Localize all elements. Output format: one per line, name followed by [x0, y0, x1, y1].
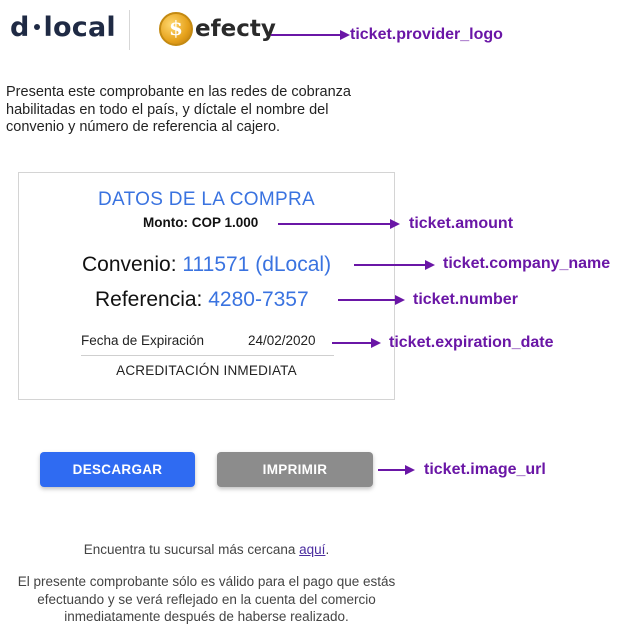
- logo-divider: [129, 10, 130, 50]
- company-name-arrow: [354, 261, 435, 269]
- ticket-convenio: Convenio: 111571 (dLocal): [82, 253, 331, 277]
- ticket-divider: [81, 355, 334, 356]
- print-button[interactable]: IMPRIMIR: [217, 452, 373, 487]
- amount-value: COP 1.000: [191, 215, 259, 230]
- ticket-card: DATOS DE LA COMPRA Monto: COP 1.000 Conv…: [18, 172, 395, 400]
- branch-text: Encuentra tu sucursal más cercana: [83, 542, 296, 557]
- expiration-arrow: [332, 339, 381, 347]
- branch-finder: Encuentra tu sucursal más cercana aquí.: [0, 542, 413, 557]
- referencia-value: 4280-7357: [208, 288, 309, 311]
- accreditation-text: ACREDITACIÓN INMEDIATA: [116, 363, 297, 378]
- efecty-coin-symbol: $: [169, 16, 183, 40]
- intro-text: Presenta este comprobante en las redes d…: [6, 84, 351, 135]
- branch-link[interactable]: aquí: [299, 542, 325, 557]
- company-name-annotation: ticket.company_name: [443, 255, 611, 272]
- image-url-arrow: [378, 466, 415, 474]
- ticket-referencia: Referencia: 4280-7357: [95, 288, 309, 312]
- dlocal-logo: d local: [10, 12, 116, 44]
- number-arrow: [338, 296, 405, 304]
- expiration-label: Fecha de Expiración: [81, 333, 205, 348]
- amount-arrow: [278, 220, 400, 228]
- disclaimer-text: El presente comprobante sólo es válido p…: [17, 574, 396, 624]
- amount-label: Monto:: [143, 215, 188, 230]
- branch-suffix: .: [325, 542, 330, 557]
- dlocal-logo-d: d: [10, 12, 30, 43]
- dlocal-logo-dot: [33, 23, 40, 30]
- convenio-label: Convenio:: [82, 253, 177, 276]
- efecty-coin-icon: $: [159, 12, 193, 46]
- dlocal-logo-local: local: [43, 12, 116, 43]
- provider-logo-annotation: ticket.provider_logo: [350, 26, 503, 43]
- convenio-value: 111571 (dLocal): [182, 253, 332, 276]
- download-button[interactable]: DESCARGAR: [40, 452, 195, 487]
- ticket-amount: Monto: COP 1.000: [143, 215, 258, 230]
- referencia-label: Referencia:: [95, 288, 203, 311]
- image-url-annotation: ticket.image_url: [424, 461, 546, 478]
- expiration-date: 24/02/2020: [248, 333, 316, 348]
- ticket-title: DATOS DE LA COMPRA: [98, 189, 315, 210]
- efecty-logo: efecty: [195, 16, 276, 42]
- provider-logo-arrow: [271, 31, 350, 39]
- amount-annotation: ticket.amount: [409, 215, 514, 232]
- number-annotation: ticket.number: [413, 291, 518, 308]
- expiration-annotation: ticket.expiration_date: [389, 334, 554, 351]
